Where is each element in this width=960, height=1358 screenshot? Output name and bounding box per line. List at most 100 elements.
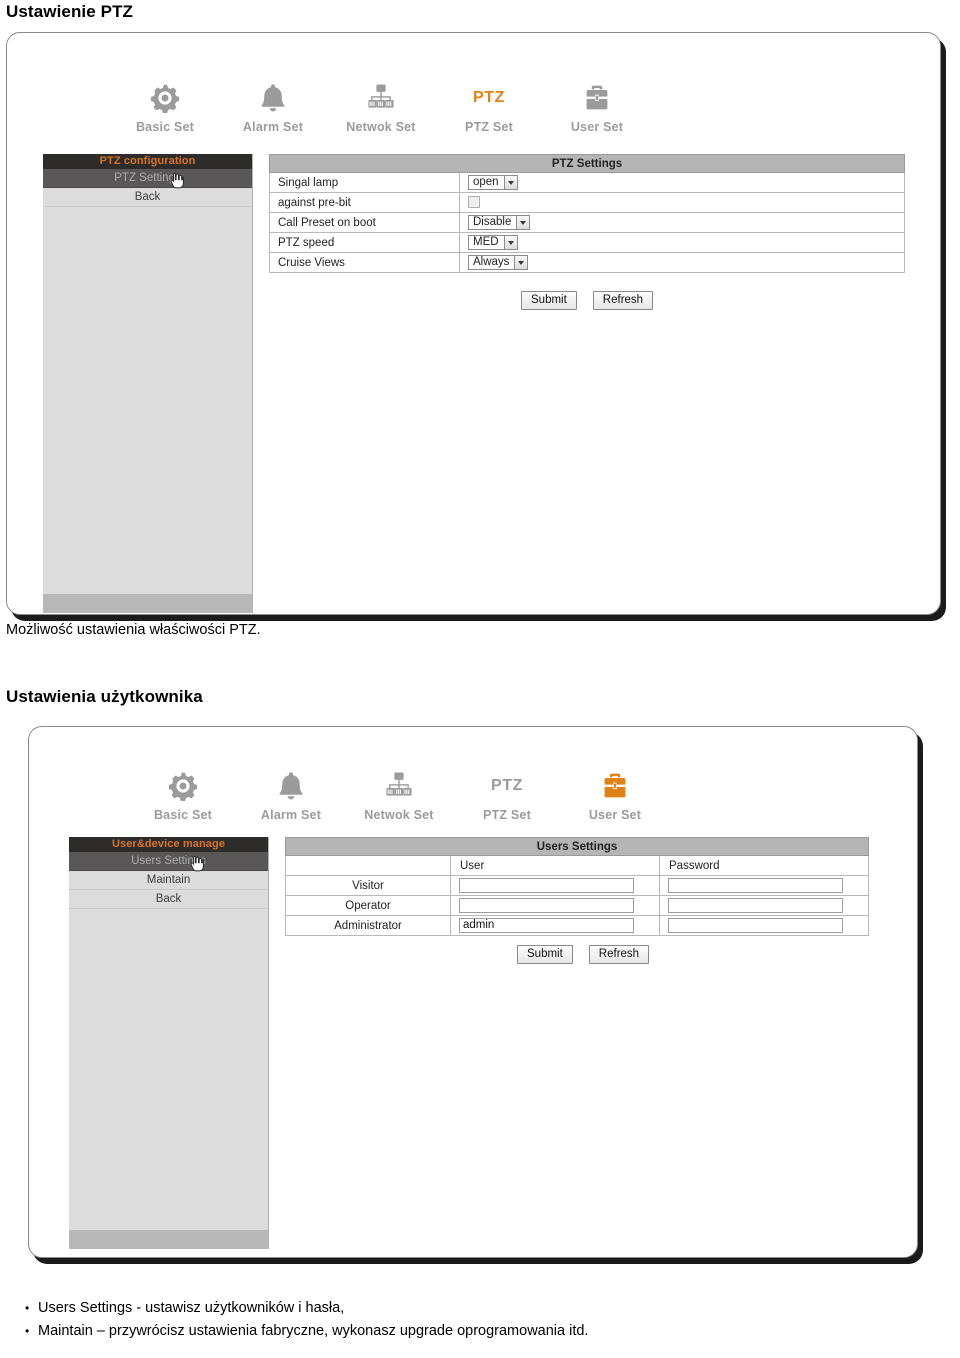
device-nav-user: Basic Set Alarm Set Netwok Set PTZ PTZ S… xyxy=(129,769,669,822)
chevron-down-icon xyxy=(503,176,517,189)
screenshot-ptz-settings: Basic Set Alarm Set Netwok Set PTZ PTZ S… xyxy=(6,32,941,615)
sidebar-item-label: Users Settings xyxy=(131,855,206,867)
row-label-administrator: Administrator xyxy=(285,915,451,936)
row-user-cell xyxy=(450,895,660,916)
cruise-views-select[interactable]: Always xyxy=(468,255,529,270)
list-item: • Users Settings - ustawisz użytkowników… xyxy=(16,1297,588,1320)
row-password-cell xyxy=(659,895,869,916)
select-value: MED xyxy=(473,236,499,248)
nav-item-network-set[interactable]: Netwok Set xyxy=(345,769,453,822)
sidebar-item-label: Back xyxy=(134,191,161,203)
operator-password-input[interactable] xyxy=(668,898,843,913)
row-password-cell xyxy=(659,875,869,896)
chevron-down-icon xyxy=(514,256,528,269)
visitor-password-input[interactable] xyxy=(668,878,843,893)
table-row: against pre-bit xyxy=(269,192,905,213)
nav-label: Basic Set xyxy=(135,120,195,134)
chevron-down-icon xyxy=(503,236,517,249)
refresh-button[interactable]: Refresh xyxy=(592,291,654,310)
call-preset-on-boot-select[interactable]: Disable xyxy=(468,215,531,230)
sidebar-item-label: Back xyxy=(155,893,182,905)
table-row: Visitor xyxy=(285,875,869,896)
table-title: PTZ Settings xyxy=(269,154,905,173)
table-header-row: Users Settings xyxy=(285,837,869,856)
screenshot-user-settings: Basic Set Alarm Set Netwok Set PTZ PTZ S… xyxy=(28,726,918,1258)
nav-item-basic-set[interactable]: Basic Set xyxy=(111,81,219,134)
sidebar-ptz: PTZ configuration PTZ Settings Back xyxy=(43,154,253,613)
nav-item-user-set[interactable]: User Set xyxy=(543,81,651,134)
ptz-text-icon: PTZ xyxy=(435,81,543,115)
row-user-cell: admin xyxy=(450,915,660,936)
nav-item-network-set[interactable]: Netwok Set xyxy=(327,81,435,134)
row-control: MED xyxy=(459,232,905,253)
ptz-button-row: Submit Refresh xyxy=(521,291,654,310)
table-row: Administrator admin xyxy=(285,915,869,936)
page-title-user: Ustawienia użytkownika xyxy=(6,687,203,706)
select-value: open xyxy=(473,176,499,188)
column-header-blank xyxy=(285,855,451,876)
briefcase-icon xyxy=(543,81,651,115)
row-control: open xyxy=(459,172,905,193)
list-item-text: Users Settings - ustawisz użytkowników i… xyxy=(38,1300,345,1316)
table-row: Call Preset on boot Disable xyxy=(269,212,905,233)
nav-label: Netwok Set xyxy=(346,120,416,134)
nav-label: PTZ Set xyxy=(483,808,531,822)
sidebar-item-back[interactable]: Back xyxy=(43,188,252,207)
bullet-marker: • xyxy=(25,1301,30,1315)
sidebar-item-users-settings[interactable]: Users Settings xyxy=(69,852,268,872)
nav-item-ptz-set[interactable]: PTZ PTZ Set xyxy=(453,769,561,822)
ptz-wordmark: PTZ xyxy=(490,777,524,794)
caption-ptz: Możliwość ustawienia właściwości PTZ. xyxy=(6,622,261,638)
against-pre-bit-checkbox[interactable] xyxy=(468,196,480,209)
table-row: Cruise Views Always xyxy=(269,252,905,273)
refresh-button[interactable]: Refresh xyxy=(588,945,650,964)
table-row: PTZ speed MED xyxy=(269,232,905,253)
select-value: Disable xyxy=(473,216,512,228)
nav-item-basic-set[interactable]: Basic Set xyxy=(129,769,237,822)
row-user-cell xyxy=(450,875,660,896)
device-nav-ptz: Basic Set Alarm Set Netwok Set PTZ PTZ S… xyxy=(111,81,651,134)
sidebar-item-label: Maintain xyxy=(146,874,191,886)
page-title-ptz: Ustawienie PTZ xyxy=(6,2,134,21)
ptz-speed-select[interactable]: MED xyxy=(468,235,518,250)
ptz-text-icon: PTZ xyxy=(453,769,561,803)
nav-item-user-set[interactable]: User Set xyxy=(561,769,669,822)
row-label: PTZ speed xyxy=(269,232,460,253)
nav-item-alarm-set[interactable]: Alarm Set xyxy=(237,769,345,822)
briefcase-icon xyxy=(561,769,669,803)
sidebar-footer-band xyxy=(43,594,252,613)
chevron-down-icon xyxy=(516,216,530,229)
nav-label: Netwok Set xyxy=(364,808,434,822)
submit-button[interactable]: Submit xyxy=(517,945,573,964)
nav-label: Alarm Set xyxy=(242,120,304,134)
row-control xyxy=(459,192,905,213)
sidebar-item-back[interactable]: Back xyxy=(69,890,268,909)
visitor-user-input[interactable] xyxy=(459,878,634,893)
nav-label: Alarm Set xyxy=(260,808,322,822)
gear-icon xyxy=(111,81,219,115)
signal-lamp-select[interactable]: open xyxy=(468,175,518,190)
column-header-user: User xyxy=(450,855,660,876)
nav-item-alarm-set[interactable]: Alarm Set xyxy=(219,81,327,134)
network-icon xyxy=(327,81,435,115)
column-header-password: Password xyxy=(659,855,869,876)
bullet-list: • Users Settings - ustawisz użytkowników… xyxy=(16,1297,588,1343)
sidebar-item-maintain[interactable]: Maintain xyxy=(69,871,268,890)
table-title: Users Settings xyxy=(285,837,869,856)
bullet-marker: • xyxy=(25,1324,30,1338)
row-label-visitor: Visitor xyxy=(285,875,451,896)
table-header-row: PTZ Settings xyxy=(269,154,905,173)
operator-user-input[interactable] xyxy=(459,898,634,913)
sidebar-item-ptz-settings[interactable]: PTZ Settings xyxy=(43,169,252,189)
administrator-user-input[interactable]: admin xyxy=(459,918,634,933)
submit-button[interactable]: Submit xyxy=(521,291,577,310)
list-item: • Maintain – przywrócisz ustawienia fabr… xyxy=(16,1320,588,1343)
row-label-operator: Operator xyxy=(285,895,451,916)
nav-item-ptz-set[interactable]: PTZ PTZ Set xyxy=(435,81,543,134)
sidebar-footer-band xyxy=(69,1230,268,1249)
gear-icon xyxy=(129,769,237,803)
sidebar-user: User&device manage Users Settings Mainta… xyxy=(69,837,269,1249)
administrator-password-input[interactable] xyxy=(668,918,843,933)
document-page: Ustawienie PTZ Basic Set Alarm Set Netwo… xyxy=(0,0,960,1358)
row-label: against pre-bit xyxy=(269,192,460,213)
